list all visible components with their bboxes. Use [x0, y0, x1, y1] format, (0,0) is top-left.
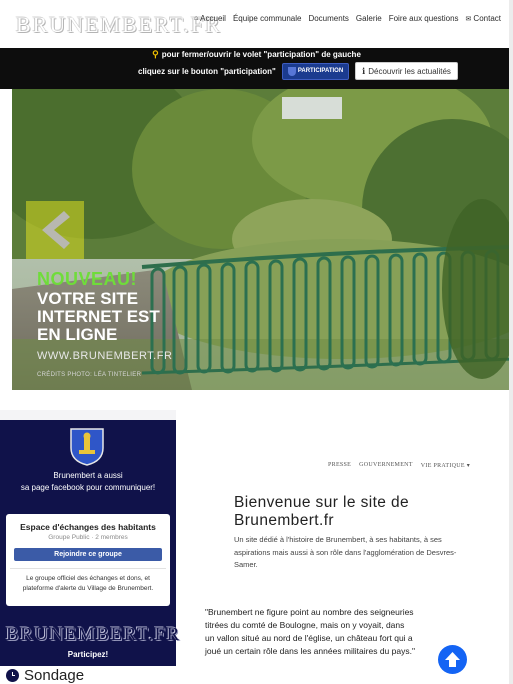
participation-label: PARTICIPATION [297, 68, 344, 74]
banner-line2-text: cliquez sur le bouton "participation" [138, 66, 276, 76]
facebook-group-subtitle: Groupe Public · 2 membres [48, 534, 128, 541]
site-logo[interactable]: BRUNEMBERT.FR [16, 12, 222, 38]
envelope-icon: ✉ [465, 15, 472, 23]
sidebar-facebook-text: Brunembert a aussi sa page facebook pour… [0, 470, 176, 494]
discover-label: Découvrir les actualités [368, 66, 451, 76]
subnav-vie-pratique-label: VIE PRATIQUE [420, 463, 465, 469]
scrollbar-track[interactable] [509, 0, 513, 684]
caret-down-icon: ▾ [466, 463, 470, 469]
nav-label: Accueil [200, 14, 226, 23]
nav-label: Galerie [355, 14, 382, 23]
hero-nouveau: NOUVEAU! [37, 269, 138, 289]
sondage-heading: Sondage [0, 666, 176, 684]
join-group-button[interactable]: Rejoindre ce groupe [14, 548, 162, 561]
hero-headline-3: EN LIGNE [37, 325, 118, 344]
sidebar-text-line2: sa page facebook pour communiquer! [20, 483, 156, 492]
nav-item-documents[interactable]: Documents [308, 14, 348, 23]
chevron-left-icon [42, 211, 70, 249]
facebook-group-title[interactable]: Espace d'échanges des habitants [6, 522, 170, 532]
nav-label: Documents [308, 14, 349, 23]
clock-icon [6, 668, 19, 682]
banner-line1: ⚲ pour fermer/ouvrir le volet "participa… [0, 49, 513, 60]
nav-item-galerie[interactable]: Galerie [356, 14, 382, 23]
banner-line1-text: pour fermer/ouvrir le volet "participati… [161, 50, 361, 59]
facebook-group-description: Le groupe officiel des échanges et dons,… [22, 575, 154, 592]
nav-item-accueil[interactable]: ⌂ Accueil [194, 14, 226, 23]
shield-icon [287, 66, 296, 76]
participation-button[interactable]: PARTICIPATION [281, 62, 350, 80]
nav-label: Contact [473, 14, 501, 23]
sidebar-text-line1: Brunembert a aussi [53, 471, 123, 480]
sidebar-top-strip [0, 410, 176, 420]
home-icon: ⌂ [193, 15, 199, 22]
banner-line2: cliquez sur le bouton "participation" PA… [138, 62, 458, 80]
top-bar: BRUNEMBERT.FR ⌂ Accueil Équipe communale… [0, 0, 513, 48]
participation-sidebar: Brunembert a aussi sa page facebook pour… [0, 420, 179, 684]
nav-label: Équipe communale [232, 14, 302, 23]
hero-slider: NOUVEAU! VOTRE SITE INTERNET EST EN LIGN… [12, 89, 513, 390]
subnav-gouvernement[interactable]: GOUVERNEMENT [359, 462, 413, 469]
subnav-vie-pratique[interactable]: VIE PRATIQUE ▾ [421, 462, 470, 469]
discover-news-button[interactable]: i Découvrir les actualités [355, 62, 458, 80]
info-icon: i [362, 66, 366, 76]
welcome-title: Bienvenue sur le site de Brunembert.fr [234, 494, 410, 529]
village-crest-icon [70, 428, 104, 466]
participation-banner: ⚲ pour fermer/ouvrir le volet "participa… [0, 48, 513, 89]
nav-label: Foire aux questions [388, 14, 459, 23]
arrow-up-icon [445, 652, 460, 667]
facebook-group-card: Espace d'échanges des habitants Groupe P… [6, 514, 170, 606]
hero-headline-1: VOTRE SITE [37, 289, 139, 308]
content-subnav: PRESSE GOUVERNEMENT VIE PRATIQUE ▾ [328, 462, 470, 469]
participez-label: Participez! [67, 650, 109, 659]
card-divider [10, 568, 166, 569]
welcome-intro: Un site dédié à l'histoire de Brunembert… [234, 535, 457, 569]
map-pin-icon: ⚲ [152, 49, 159, 59]
nav-item-contact[interactable]: ✉ Contact [466, 14, 501, 23]
hero-caption: NOUVEAU! VOTRE SITE INTERNET EST EN LIGN… [37, 269, 172, 378]
nav-item-equipe-communale[interactable]: Équipe communale [233, 14, 301, 23]
nav-item-faq[interactable]: Foire aux questions [389, 14, 459, 23]
scroll-to-top-button[interactable] [438, 645, 467, 674]
hero-credit: CRÉDITS PHOTO: LÉA TINTELIER [37, 372, 142, 378]
main-nav: ⌂ Accueil Équipe communale Documents Gal… [194, 14, 501, 23]
sidebar-logo: BRUNEMBERT.FR [6, 624, 181, 645]
sondage-label: Sondage [24, 666, 85, 684]
slider-prev-button[interactable] [26, 201, 84, 259]
hero-url: WWW.BRUNEMBERT.FR [37, 350, 173, 362]
subnav-presse[interactable]: PRESSE [328, 462, 351, 469]
hero-headline-2: INTERNET EST [37, 307, 160, 326]
history-quote: "Brunembert ne figure point au nombre de… [205, 607, 415, 656]
